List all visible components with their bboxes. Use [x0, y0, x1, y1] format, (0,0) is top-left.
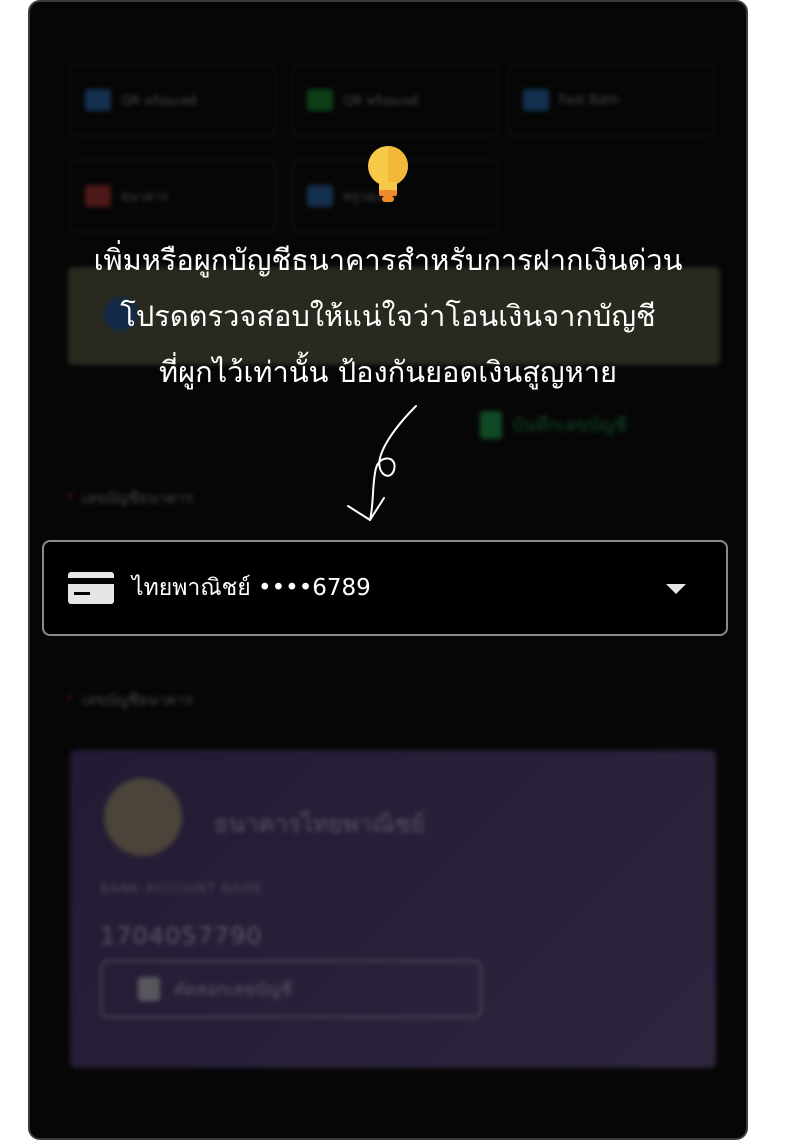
payment-method-label: Fast Bath — [559, 92, 620, 108]
bank-logo-icon — [104, 778, 182, 856]
selected-account-label: ไทยพาณิชย์ ••••6789 — [132, 575, 371, 601]
deposit-field-label: * เลขบัญชีธนาคาร — [66, 486, 193, 510]
qr-icon — [307, 89, 333, 111]
add-bank-link-label: บันทึกเลขบัญชี — [512, 415, 627, 436]
bank-name: ธนาคารไทยพาณิชย์ — [214, 810, 425, 838]
curly-arrow-icon — [347, 405, 417, 521]
required-marker: * — [66, 489, 74, 507]
bank-field-label: * เลขบัญชีธนาคาร — [66, 688, 193, 712]
copy-icon — [138, 977, 160, 1001]
bank-logo-icon — [85, 185, 111, 207]
payment-method-label: QR พร้อมเพย์ — [343, 93, 419, 109]
payment-method-qr-2[interactable]: QR พร้อมเพย์ — [292, 64, 498, 136]
deposit-field-label-text: เลขบัญชีธนาคาร — [81, 489, 193, 507]
payment-method-qr-1[interactable]: QR พร้อมเพย์ — [70, 64, 276, 136]
account-name: BANK ACCOUNT NAME — [100, 882, 264, 897]
wallet-icon — [307, 185, 333, 207]
payment-method-label: QR พร้อมเพย์ — [121, 93, 197, 109]
copy-account-button[interactable]: คัดลอกเลขบัญชี — [100, 960, 482, 1018]
payment-method-label: ธนาคาร — [121, 189, 169, 205]
document-icon — [480, 410, 502, 439]
bank-account-select[interactable]: ไทยพาณิชย์ ••••6789 — [42, 540, 728, 636]
payment-method-fastbath[interactable]: Fast Bath — [508, 64, 714, 136]
tip-message: เพิ่มหรือผูกบัญชีธนาคารสำหรับการฝากเงินด… — [30, 232, 746, 400]
bank-field-label-text: เลขบัญชีธนาคาร — [81, 691, 193, 709]
tip-line-2: โปรดตรวจสอบให้แน่ใจว่าโอนเงินจากบัญชี — [120, 299, 656, 333]
lightbulb-icon — [368, 146, 408, 202]
payment-method-bank[interactable]: ธนาคาร — [70, 160, 276, 232]
bank-account-card: ธนาคารไทยพาณิชย์ BANK ACCOUNT NAME 17040… — [70, 750, 716, 1068]
copy-account-label: คัดลอกเลขบัญชี — [174, 979, 292, 1000]
credit-card-icon — [68, 572, 114, 604]
add-bank-link[interactable]: บันทึกเลขบัญชี — [480, 410, 627, 439]
tip-line-3: ที่ผูกไว้เท่านั้น ป้องกันยอดเงินสูญหาย — [158, 355, 618, 389]
bank-icon — [523, 89, 549, 111]
qr-icon — [85, 89, 111, 111]
account-number: 1704057790 — [100, 922, 263, 950]
deposit-panel: QR พร้อมเพย์ QR พร้อมเพย์ Fast Bath ธนาค… — [28, 0, 748, 1140]
required-marker: * — [66, 691, 74, 709]
tip-line-1: เพิ่มหรือผูกบัญชีธนาคารสำหรับการฝากเงินด… — [93, 243, 683, 277]
chevron-down-icon[interactable] — [664, 582, 688, 596]
